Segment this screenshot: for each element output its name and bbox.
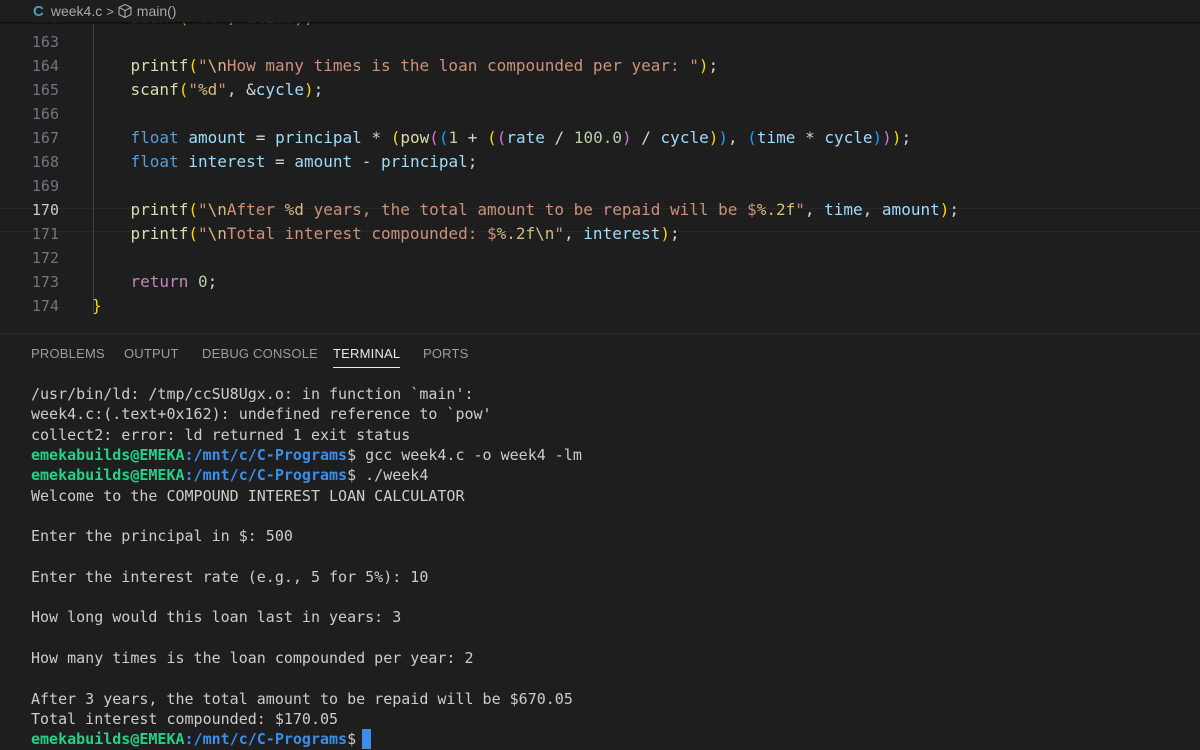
code-text[interactable]: float interest = amount - principal; bbox=[92, 150, 478, 174]
code-line[interactable]: 174} bbox=[0, 294, 1200, 318]
code-text[interactable]: float amount = principal * (pow((1 + ((r… bbox=[92, 126, 912, 150]
terminal-output-line: Total interest compounded: $170.05 bbox=[31, 709, 339, 728]
terminal-cursor[interactable] bbox=[362, 729, 372, 750]
line-number: 171 bbox=[31, 225, 59, 243]
terminal-output-line: week4.c:(.text+0x162): undefined referen… bbox=[31, 405, 492, 424]
code-text[interactable]: scanf("%d", &cycle); bbox=[92, 78, 324, 102]
tab-terminal[interactable]: TERMINAL bbox=[333, 346, 401, 370]
line-number: 174 bbox=[31, 297, 59, 315]
prompt-symbol: $ bbox=[347, 466, 357, 485]
tab-debug-console[interactable]: DEBUG CONSOLE bbox=[202, 346, 318, 370]
command-text: ./week4 bbox=[356, 466, 429, 485]
terminal-output-line: /usr/bin/ld: /tmp/ccSU8Ugx.o: in functio… bbox=[31, 385, 474, 403]
prompt-user: emekabuilds@EMEKA bbox=[31, 730, 185, 749]
code-line[interactable]: 172 bbox=[0, 246, 1200, 270]
code-line[interactable]: 169 bbox=[0, 174, 1200, 198]
terminal-output-line: Enter the principal in $: 500 bbox=[31, 527, 293, 546]
terminal-prompt-line: emekabuilds@EMEKA:/mnt/c/C-Programs$ ./w… bbox=[31, 465, 428, 485]
line-number: 163 bbox=[31, 33, 59, 51]
terminal-prompt-line: emekabuilds@EMEKA:/mnt/c/C-Programs$ bbox=[31, 729, 372, 750]
code-text[interactable]: printf("\nHow many times is the loan com… bbox=[92, 54, 719, 78]
tab-problems[interactable]: PROBLEMS bbox=[31, 346, 105, 370]
code-line[interactable]: 171 printf("\nTotal interest compounded:… bbox=[0, 222, 1200, 246]
bottom-panel: PROBLEMS OUTPUT DEBUG CONSOLE TERMINAL P… bbox=[0, 333, 1200, 750]
breadcrumb: C week4.c > main() bbox=[0, 0, 1200, 25]
line-number: 173 bbox=[31, 273, 59, 291]
code-line[interactable]: 163 bbox=[0, 30, 1200, 54]
code-line[interactable]: 164 printf("\nHow many times is the loan… bbox=[0, 54, 1200, 78]
terminal-output-line: After 3 years, the total amount to be re… bbox=[31, 689, 573, 708]
terminal-output-line: collect2: error: ld returned 1 exit stat… bbox=[31, 425, 411, 444]
line-number: 167 bbox=[31, 129, 59, 147]
line-number: 172 bbox=[31, 249, 59, 267]
code-line[interactable]: 173 return 0; bbox=[0, 270, 1200, 294]
breadcrumb-file[interactable]: week4.c bbox=[51, 3, 102, 19]
terminal-output-line: How many times is the loan compounded pe… bbox=[31, 648, 474, 667]
prompt-path: :/mnt/c/C-Programs bbox=[184, 466, 348, 485]
c-file-icon: C bbox=[33, 2, 44, 20]
code-text[interactable]: } bbox=[92, 294, 102, 318]
prompt-user: emekabuilds@EMEKA bbox=[31, 445, 185, 464]
line-number: 169 bbox=[31, 177, 59, 195]
prompt-path: :/mnt/c/C-Programs bbox=[184, 730, 348, 749]
line-number: 165 bbox=[31, 81, 59, 99]
cube-icon bbox=[117, 3, 133, 19]
code-text[interactable]: printf("\nTotal interest compounded: $%.… bbox=[92, 222, 680, 246]
code-line[interactable]: 167 float amount = principal * (pow((1 +… bbox=[0, 126, 1200, 150]
tab-label: DEBUG CONSOLE bbox=[202, 346, 319, 361]
tab-output[interactable]: OUTPUT bbox=[124, 346, 179, 370]
code-editor[interactable]: 162 scanf("%d", &time);163164 printf("\n… bbox=[0, 0, 1200, 333]
line-number: 170 bbox=[31, 201, 59, 219]
code-text[interactable]: return 0; bbox=[92, 270, 218, 294]
prompt-user: emekabuilds@EMEKA bbox=[31, 466, 185, 485]
code-text[interactable]: printf("\nAfter %d years, the total amou… bbox=[92, 198, 959, 222]
tab-label: OUTPUT bbox=[124, 346, 179, 361]
code-line[interactable]: 166 bbox=[0, 102, 1200, 126]
code-line[interactable]: 170 printf("\nAfter %d years, the total … bbox=[0, 198, 1200, 222]
terminal-output-line: Enter the interest rate (e.g., 5 for 5%)… bbox=[31, 567, 429, 586]
terminal-prompt-line: emekabuilds@EMEKA:/mnt/c/C-Programs$ gcc… bbox=[31, 445, 582, 465]
chevron-right-icon: > bbox=[106, 3, 114, 19]
breadcrumb-symbol[interactable]: main() bbox=[137, 3, 177, 19]
prompt-symbol: $ bbox=[347, 730, 357, 749]
tab-label: PROBLEMS bbox=[31, 346, 105, 361]
panel-tabs: PROBLEMS OUTPUT DEBUG CONSOLE TERMINAL P… bbox=[0, 334, 1200, 374]
line-number: 166 bbox=[31, 105, 59, 123]
tab-label: PORTS bbox=[423, 346, 469, 361]
code-line[interactable]: 168 float interest = amount - principal; bbox=[0, 150, 1200, 174]
line-number: 164 bbox=[31, 57, 59, 75]
terminal-output-line: How long would this loan last in years: … bbox=[31, 608, 402, 627]
prompt-symbol: $ bbox=[347, 445, 357, 464]
breadcrumb-shadow bbox=[0, 22, 1200, 25]
tab-ports[interactable]: PORTS bbox=[423, 346, 469, 370]
prompt-path: :/mnt/c/C-Programs bbox=[184, 445, 348, 464]
terminal-output-line: Welcome to the COMPOUND INTEREST LOAN CA… bbox=[31, 486, 465, 505]
code-line[interactable]: 165 scanf("%d", &cycle); bbox=[0, 78, 1200, 102]
line-number: 168 bbox=[31, 153, 59, 171]
command-text: gcc week4.c -o week4 -lm bbox=[356, 445, 582, 464]
active-tab-underline bbox=[333, 367, 401, 368]
tab-label: TERMINAL bbox=[333, 346, 401, 361]
